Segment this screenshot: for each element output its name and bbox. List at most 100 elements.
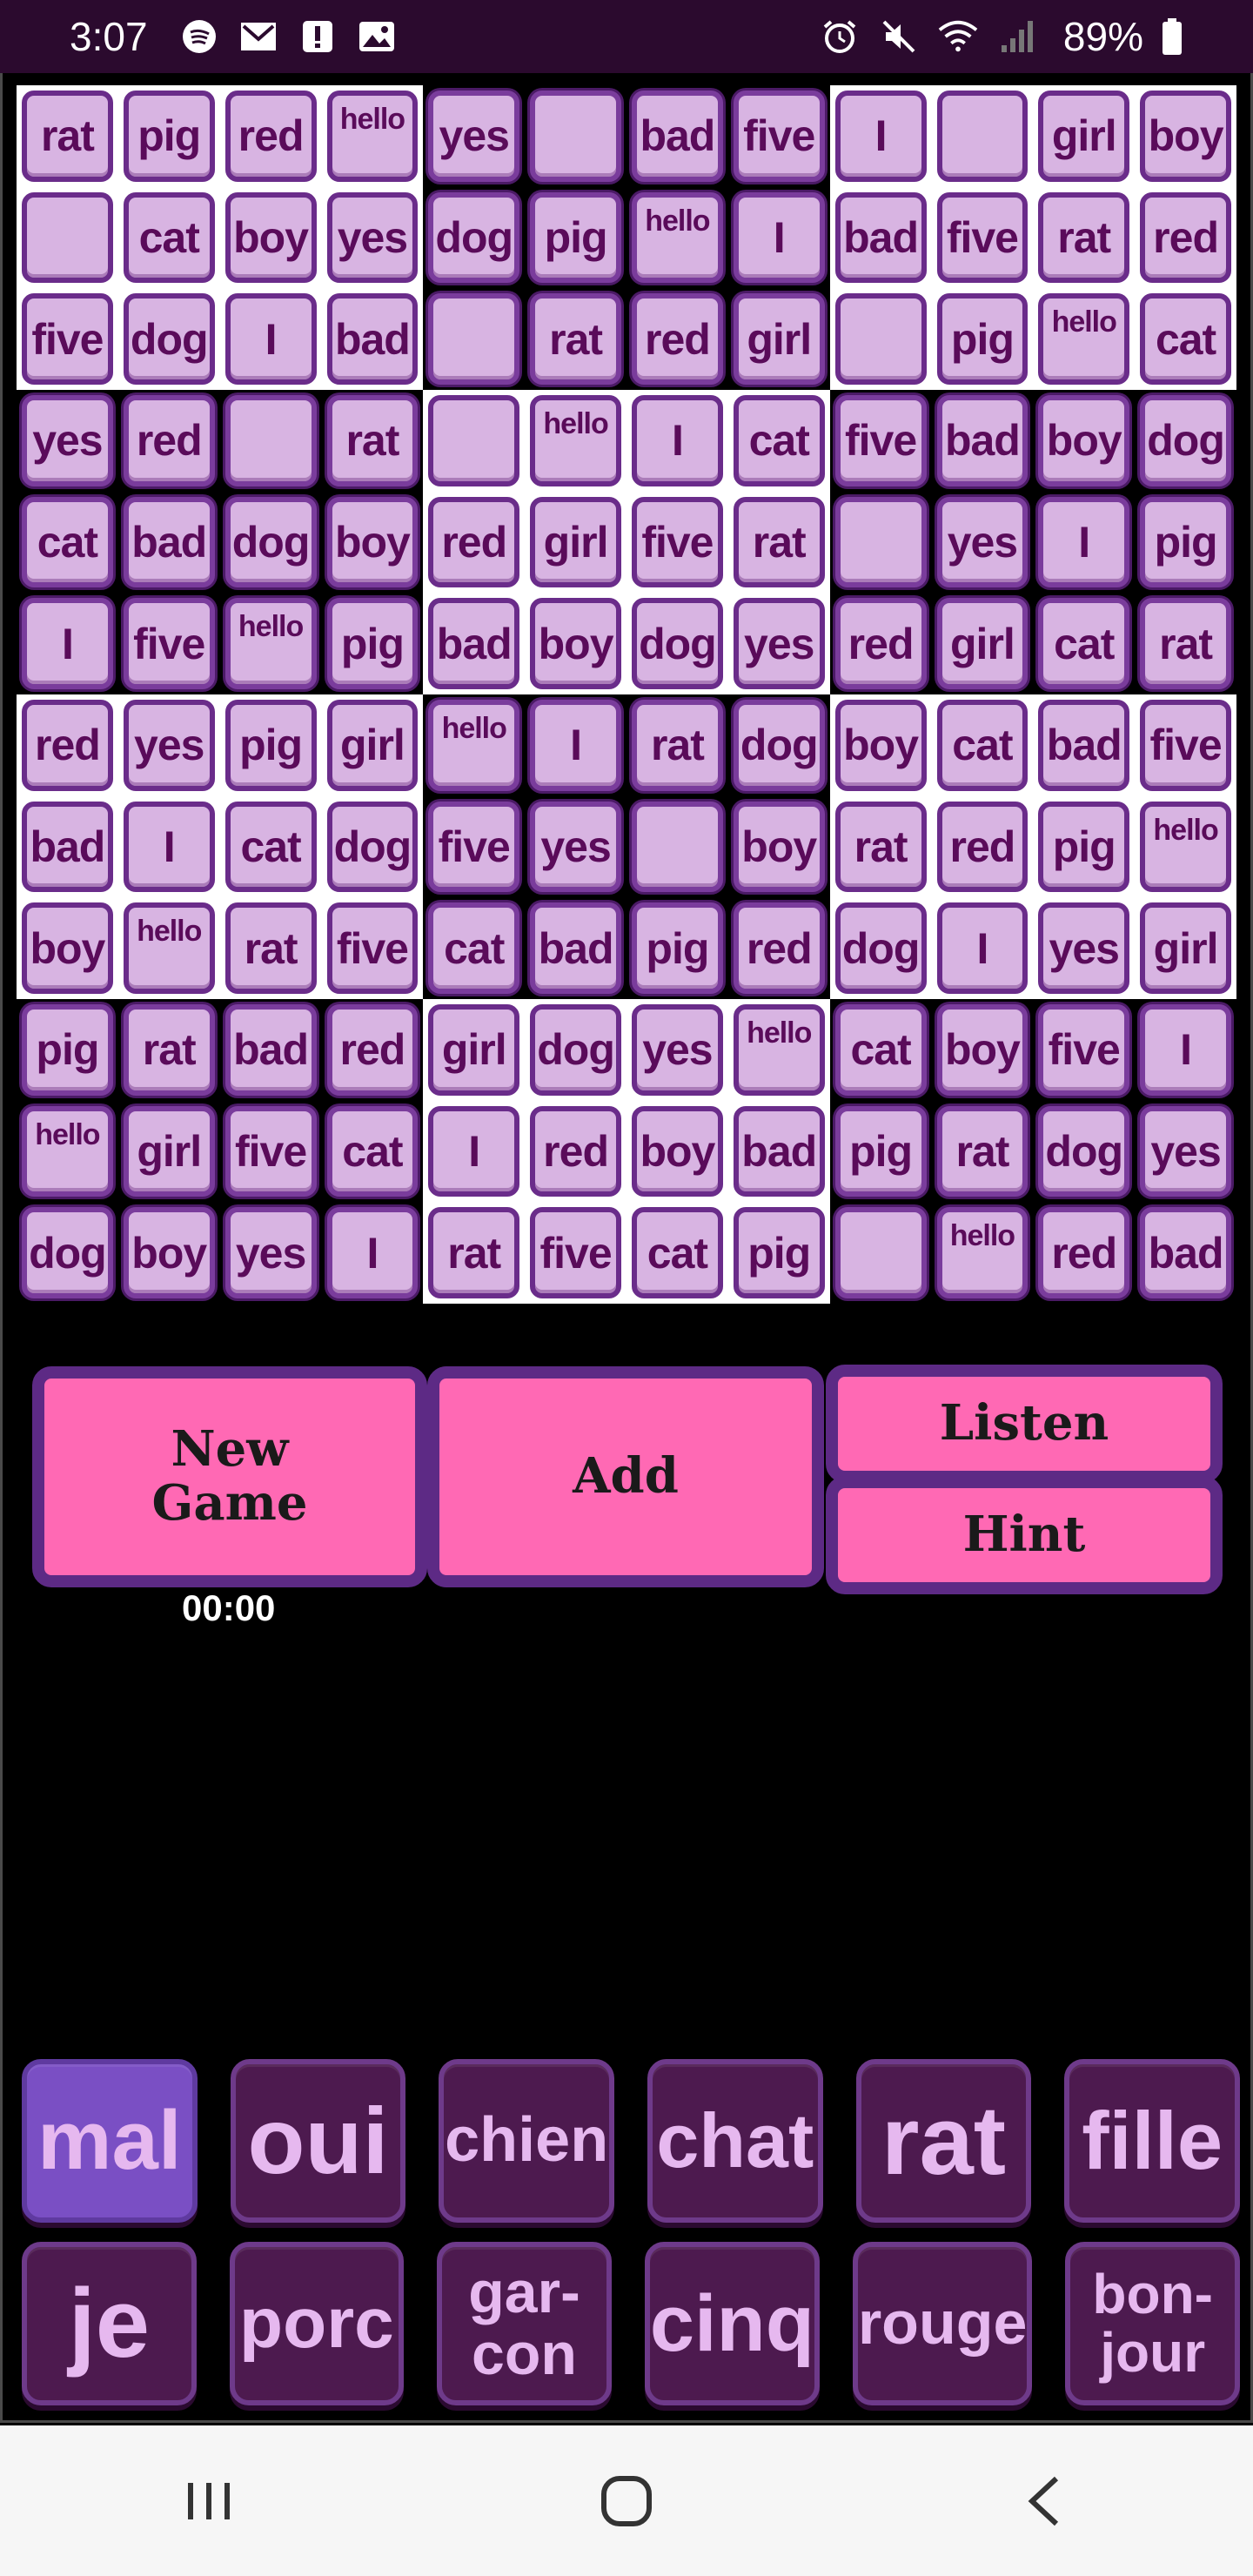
word-tile[interactable]: hello: [632, 191, 723, 284]
grid-cell[interactable]: yes: [17, 389, 118, 492]
grid-cell[interactable]: hello: [931, 1202, 1034, 1304]
grid-cell[interactable]: dog: [1135, 389, 1236, 492]
add-button[interactable]: Add: [427, 1366, 824, 1587]
word-tile[interactable]: five: [224, 1105, 317, 1197]
grid-cell[interactable]: girl: [1135, 897, 1236, 999]
grid-cell[interactable]: yes: [423, 85, 526, 187]
word-tile[interactable]: I: [123, 801, 215, 893]
word-tile[interactable]: rat: [224, 902, 317, 994]
grid-cell[interactable]: bad: [829, 186, 932, 289]
word-tile[interactable]: cat: [326, 1105, 419, 1197]
grid-cell[interactable]: cat: [17, 491, 118, 594]
grid-cell[interactable]: I: [829, 85, 932, 187]
word-tile[interactable]: dog: [428, 191, 520, 284]
recent-apps-icon[interactable]: [157, 2449, 261, 2553]
word-tile[interactable]: yes: [326, 191, 419, 284]
word-tile[interactable]: rat: [834, 801, 927, 893]
word-tile[interactable]: red: [428, 496, 520, 588]
grid-cell[interactable]: pig: [1033, 795, 1136, 898]
grid-cell[interactable]: five: [17, 288, 118, 390]
word-tile[interactable]: yes: [936, 496, 1029, 588]
empty-tile[interactable]: [834, 496, 927, 588]
word-bank-tile[interactable]: cinq: [644, 2242, 820, 2405]
word-tile[interactable]: bad: [1038, 699, 1130, 791]
word-tile[interactable]: yes: [224, 1207, 317, 1298]
word-tile[interactable]: pig: [326, 598, 419, 689]
grid-cell[interactable]: five: [1033, 998, 1136, 1101]
word-tile[interactable]: girl: [530, 496, 621, 588]
word-tile[interactable]: girl: [326, 699, 419, 791]
word-tile[interactable]: five: [530, 1207, 621, 1298]
grid-cell[interactable]: girl: [931, 593, 1034, 694]
word-tile[interactable]: pig: [936, 293, 1029, 385]
grid-cell[interactable]: cat: [219, 795, 322, 898]
grid-cell[interactable]: dog: [423, 186, 526, 289]
grid-cell[interactable]: five: [727, 85, 830, 187]
word-tile[interactable]: I: [733, 191, 825, 284]
word-tile[interactable]: cat: [1038, 598, 1130, 689]
empty-tile[interactable]: [224, 394, 317, 486]
word-tile[interactable]: hello: [224, 598, 317, 689]
word-tile[interactable]: bad: [936, 394, 1029, 486]
grid-cell[interactable]: I: [727, 186, 830, 289]
grid-cell[interactable]: red: [219, 85, 322, 187]
grid-cell[interactable]: girl: [321, 694, 424, 796]
word-tile[interactable]: dog: [1038, 1105, 1130, 1197]
grid-cell[interactable]: boy: [117, 1202, 220, 1304]
word-tile[interactable]: red: [530, 1105, 621, 1197]
word-tile[interactable]: girl: [123, 1105, 215, 1197]
word-tile[interactable]: cat: [1140, 293, 1231, 385]
empty-tile[interactable]: [428, 293, 520, 385]
word-tile[interactable]: bad: [224, 1003, 317, 1096]
word-tile[interactable]: five: [428, 801, 520, 893]
word-tile[interactable]: red: [834, 598, 927, 689]
empty-tile[interactable]: [834, 293, 927, 385]
grid-cell[interactable]: cat: [626, 1202, 728, 1304]
word-tile[interactable]: five: [936, 191, 1029, 284]
grid-cell[interactable]: five: [626, 491, 728, 594]
grid-cell[interactable]: yes: [626, 998, 728, 1101]
word-tile[interactable]: bad: [326, 293, 419, 385]
grid-cell[interactable]: boy: [525, 593, 626, 694]
empty-tile[interactable]: [22, 191, 113, 284]
word-tile[interactable]: bad: [123, 496, 215, 588]
word-tile[interactable]: bad: [530, 902, 621, 994]
grid-cell[interactable]: pig: [931, 288, 1034, 390]
grid-cell[interactable]: rat: [525, 288, 626, 390]
word-tile[interactable]: rat: [326, 394, 419, 486]
word-tile[interactable]: five: [632, 496, 723, 588]
word-bank-tile[interactable]: gar-con: [437, 2242, 612, 2405]
word-tile[interactable]: five: [733, 91, 825, 182]
grid-cell[interactable]: girl: [117, 1100, 220, 1203]
word-tile[interactable]: cat: [936, 699, 1029, 791]
grid-cell[interactable]: boy: [829, 694, 932, 796]
word-tile[interactable]: girl: [733, 293, 825, 385]
grid-cell[interactable]: I: [219, 288, 322, 390]
grid-cell[interactable]: rat: [1135, 593, 1236, 694]
grid-cell[interactable]: dog: [17, 1202, 118, 1304]
word-tile[interactable]: boy: [632, 1105, 723, 1197]
back-icon[interactable]: [992, 2449, 1096, 2553]
grid-cell[interactable]: bad: [1135, 1202, 1236, 1304]
word-tile[interactable]: cat: [224, 801, 317, 893]
word-tile[interactable]: rat: [1038, 191, 1130, 284]
grid-cell[interactable]: boy: [219, 186, 322, 289]
grid-cell[interactable]: boy: [321, 491, 424, 594]
grid-cell[interactable]: five: [117, 593, 220, 694]
empty-tile[interactable]: [428, 394, 520, 486]
word-tile[interactable]: boy: [22, 902, 113, 994]
word-tile[interactable]: hello: [1038, 293, 1130, 385]
word-tile[interactable]: pig: [123, 91, 215, 182]
grid-cell[interactable]: dog: [321, 795, 424, 898]
grid-cell[interactable]: red: [829, 593, 932, 694]
word-tile[interactable]: five: [834, 394, 927, 486]
word-tile[interactable]: I: [936, 902, 1029, 994]
word-tile[interactable]: yes: [428, 91, 520, 182]
word-bank-tile[interactable]: rat: [855, 2059, 1032, 2223]
grid-cell[interactable]: five: [321, 897, 424, 999]
word-tile[interactable]: girl: [1038, 91, 1130, 182]
grid-cell[interactable]: cat: [1135, 288, 1236, 390]
word-tile[interactable]: rat: [428, 1207, 520, 1298]
grid-cell[interactable]: dog: [525, 998, 626, 1101]
grid-cell[interactable]: red: [117, 389, 220, 492]
